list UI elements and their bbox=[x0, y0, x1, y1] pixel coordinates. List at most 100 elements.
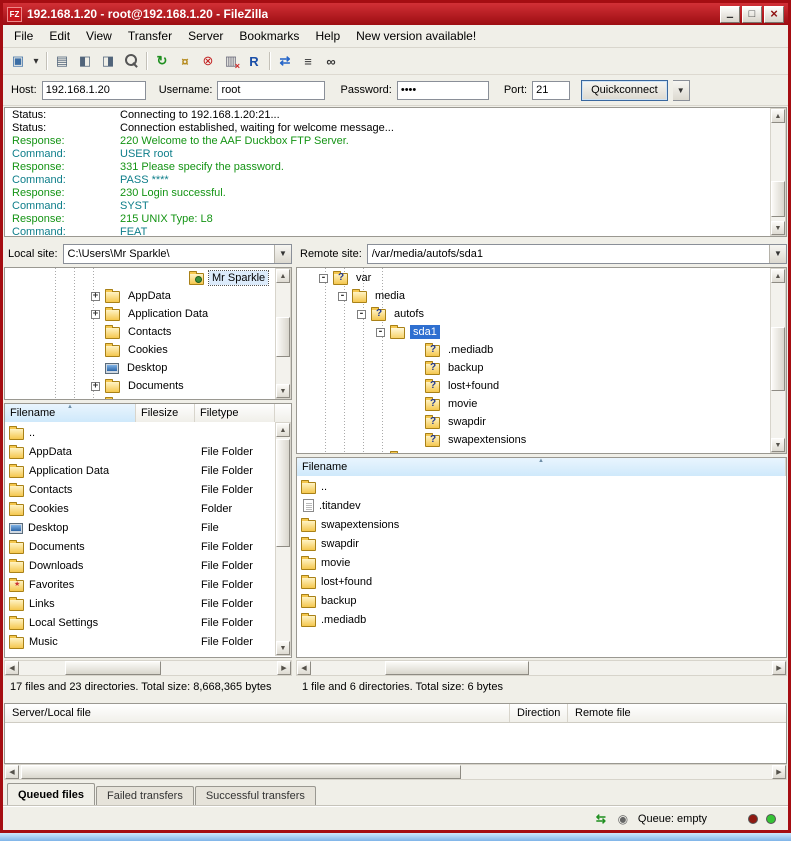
scroll-up-button[interactable]: ▲ bbox=[276, 423, 290, 437]
toolbar-button[interactable] bbox=[297, 50, 319, 72]
tree-item[interactable]: - autofs bbox=[297, 305, 786, 323]
scroll-down-button[interactable]: ▼ bbox=[276, 641, 290, 655]
scroll-down-button[interactable]: ▼ bbox=[771, 438, 785, 452]
tree-item[interactable]: + Downloads bbox=[5, 395, 291, 400]
tree-item[interactable]: - var bbox=[297, 269, 786, 287]
file-row[interactable]: Links File Folder bbox=[5, 594, 291, 613]
tree-item[interactable]: swapdir bbox=[297, 413, 786, 431]
file-row[interactable]: .titandev bbox=[297, 496, 786, 515]
local-site-combo[interactable]: C:\Users\Mr Sparkle\ ▼ bbox=[63, 244, 292, 264]
tree-item[interactable]: + AppData bbox=[5, 287, 291, 305]
tree-item[interactable]: + Application Data bbox=[5, 305, 291, 323]
chevron-down-icon[interactable]: ▼ bbox=[274, 245, 291, 263]
scroll-thumb[interactable] bbox=[21, 765, 461, 779]
window-control-button[interactable] bbox=[742, 6, 762, 23]
tree-item[interactable]: Desktop bbox=[5, 359, 291, 377]
menu-item[interactable]: Help bbox=[307, 25, 348, 47]
scroll-up-button[interactable]: ▲ bbox=[771, 109, 785, 123]
scroll-thumb[interactable] bbox=[771, 181, 785, 217]
remote-site-combo[interactable]: /var/media/autofs/sda1 ▼ bbox=[367, 244, 787, 264]
expand-toggle-icon[interactable]: + bbox=[91, 382, 100, 391]
file-row[interactable]: Desktop File bbox=[5, 518, 291, 537]
scroll-thumb[interactable] bbox=[276, 439, 290, 547]
file-row[interactable]: .. bbox=[297, 477, 786, 496]
scroll-thumb[interactable] bbox=[276, 317, 290, 357]
column-header-filetype[interactable]: Filetype bbox=[195, 404, 275, 422]
password-input[interactable] bbox=[397, 81, 489, 100]
file-row[interactable]: swapdir bbox=[297, 534, 786, 553]
column-header-filename[interactable]: Filename ▲ bbox=[297, 458, 786, 476]
file-row[interactable]: .mediadb bbox=[297, 610, 786, 629]
file-row[interactable]: Local Settings File Folder bbox=[5, 613, 291, 632]
toolbar-button[interactable] bbox=[220, 50, 242, 72]
scroll-right-button[interactable]: ▶ bbox=[772, 661, 786, 675]
file-row[interactable]: swapextensions bbox=[297, 515, 786, 534]
menu-item[interactable]: File bbox=[6, 25, 41, 47]
toolbar-button[interactable] bbox=[30, 50, 42, 72]
local-list-scrollbar[interactable]: ▲ ▼ bbox=[275, 422, 291, 656]
tree-item[interactable]: + Documents bbox=[5, 377, 291, 395]
tree-item[interactable]: .mediadb bbox=[297, 341, 786, 359]
tree-item[interactable]: lost+found bbox=[297, 377, 786, 395]
queue-tab[interactable]: Queued files bbox=[7, 783, 95, 806]
log-scrollbar[interactable]: ▲ ▼ bbox=[770, 108, 786, 236]
toolbar-button[interactable] bbox=[7, 50, 29, 72]
toolbar-button[interactable] bbox=[174, 50, 196, 72]
window-control-button[interactable] bbox=[764, 6, 784, 23]
host-input[interactable] bbox=[42, 81, 146, 100]
queue-tab[interactable]: Successful transfers bbox=[195, 786, 316, 806]
toolbar-button[interactable] bbox=[320, 50, 342, 72]
remote-tree-scrollbar[interactable]: ▲ ▼ bbox=[770, 268, 786, 453]
scroll-down-button[interactable]: ▼ bbox=[276, 384, 290, 398]
menu-item[interactable]: View bbox=[78, 25, 120, 47]
scroll-thumb[interactable] bbox=[65, 661, 161, 675]
chevron-down-icon[interactable]: ▼ bbox=[769, 245, 786, 263]
menu-item[interactable]: Transfer bbox=[120, 25, 180, 47]
expand-toggle-icon[interactable]: + bbox=[91, 310, 100, 319]
column-header-remote-file[interactable]: Remote file bbox=[568, 704, 786, 722]
remote-horizontal-scrollbar[interactable]: ◀ ▶ bbox=[296, 660, 787, 676]
scroll-up-button[interactable]: ▲ bbox=[276, 269, 290, 283]
username-input[interactable] bbox=[217, 81, 325, 100]
tree-item[interactable]: dvd bbox=[297, 449, 786, 454]
file-row[interactable]: Application Data File Folder bbox=[5, 461, 291, 480]
file-row[interactable]: Contacts File Folder bbox=[5, 480, 291, 499]
expand-toggle-icon[interactable]: - bbox=[319, 274, 328, 283]
tree-item[interactable]: swapextensions bbox=[297, 431, 786, 449]
quickconnect-button[interactable]: Quickconnect bbox=[581, 80, 668, 101]
file-row[interactable]: .. bbox=[5, 423, 291, 442]
tree-item[interactable]: movie bbox=[297, 395, 786, 413]
window-control-button[interactable] bbox=[720, 6, 740, 23]
toolbar-button[interactable] bbox=[197, 50, 219, 72]
file-row[interactable]: Downloads File Folder bbox=[5, 556, 291, 575]
column-header-filename[interactable]: Filename ▲ bbox=[5, 404, 136, 422]
menu-item[interactable]: Bookmarks bbox=[231, 25, 307, 47]
tree-item[interactable]: backup bbox=[297, 359, 786, 377]
file-row[interactable]: Cookies Folder bbox=[5, 499, 291, 518]
expand-toggle-icon[interactable]: + bbox=[91, 400, 100, 401]
toolbar-button[interactable] bbox=[243, 50, 265, 72]
tree-item[interactable]: - media bbox=[297, 287, 786, 305]
tree-item[interactable]: - sda1 bbox=[297, 323, 786, 341]
local-tree-scrollbar[interactable]: ▲ ▼ bbox=[275, 268, 291, 399]
column-header-direction[interactable]: Direction bbox=[510, 704, 568, 722]
scroll-thumb[interactable] bbox=[385, 661, 529, 675]
scroll-left-button[interactable]: ◀ bbox=[297, 661, 311, 675]
expand-toggle-icon[interactable]: - bbox=[338, 292, 347, 301]
file-row[interactable]: Music File Folder bbox=[5, 632, 291, 651]
file-row[interactable]: backup bbox=[297, 591, 786, 610]
file-row[interactable]: Documents File Folder bbox=[5, 537, 291, 556]
expand-toggle-icon[interactable]: + bbox=[91, 292, 100, 301]
scroll-thumb[interactable] bbox=[771, 327, 785, 391]
toolbar-button[interactable] bbox=[120, 50, 142, 72]
file-row[interactable]: Favorites File Folder bbox=[5, 575, 291, 594]
menu-item[interactable]: Edit bbox=[41, 25, 78, 47]
toolbar-button[interactable] bbox=[274, 50, 296, 72]
file-row[interactable]: AppData File Folder bbox=[5, 442, 291, 461]
quickconnect-dropdown-icon[interactable]: ▼ bbox=[673, 80, 690, 101]
file-row[interactable]: lost+found bbox=[297, 572, 786, 591]
scroll-right-button[interactable]: ▶ bbox=[277, 661, 291, 675]
scroll-up-button[interactable]: ▲ bbox=[771, 269, 785, 283]
port-input[interactable] bbox=[532, 81, 570, 100]
scroll-right-button[interactable]: ▶ bbox=[772, 765, 786, 779]
